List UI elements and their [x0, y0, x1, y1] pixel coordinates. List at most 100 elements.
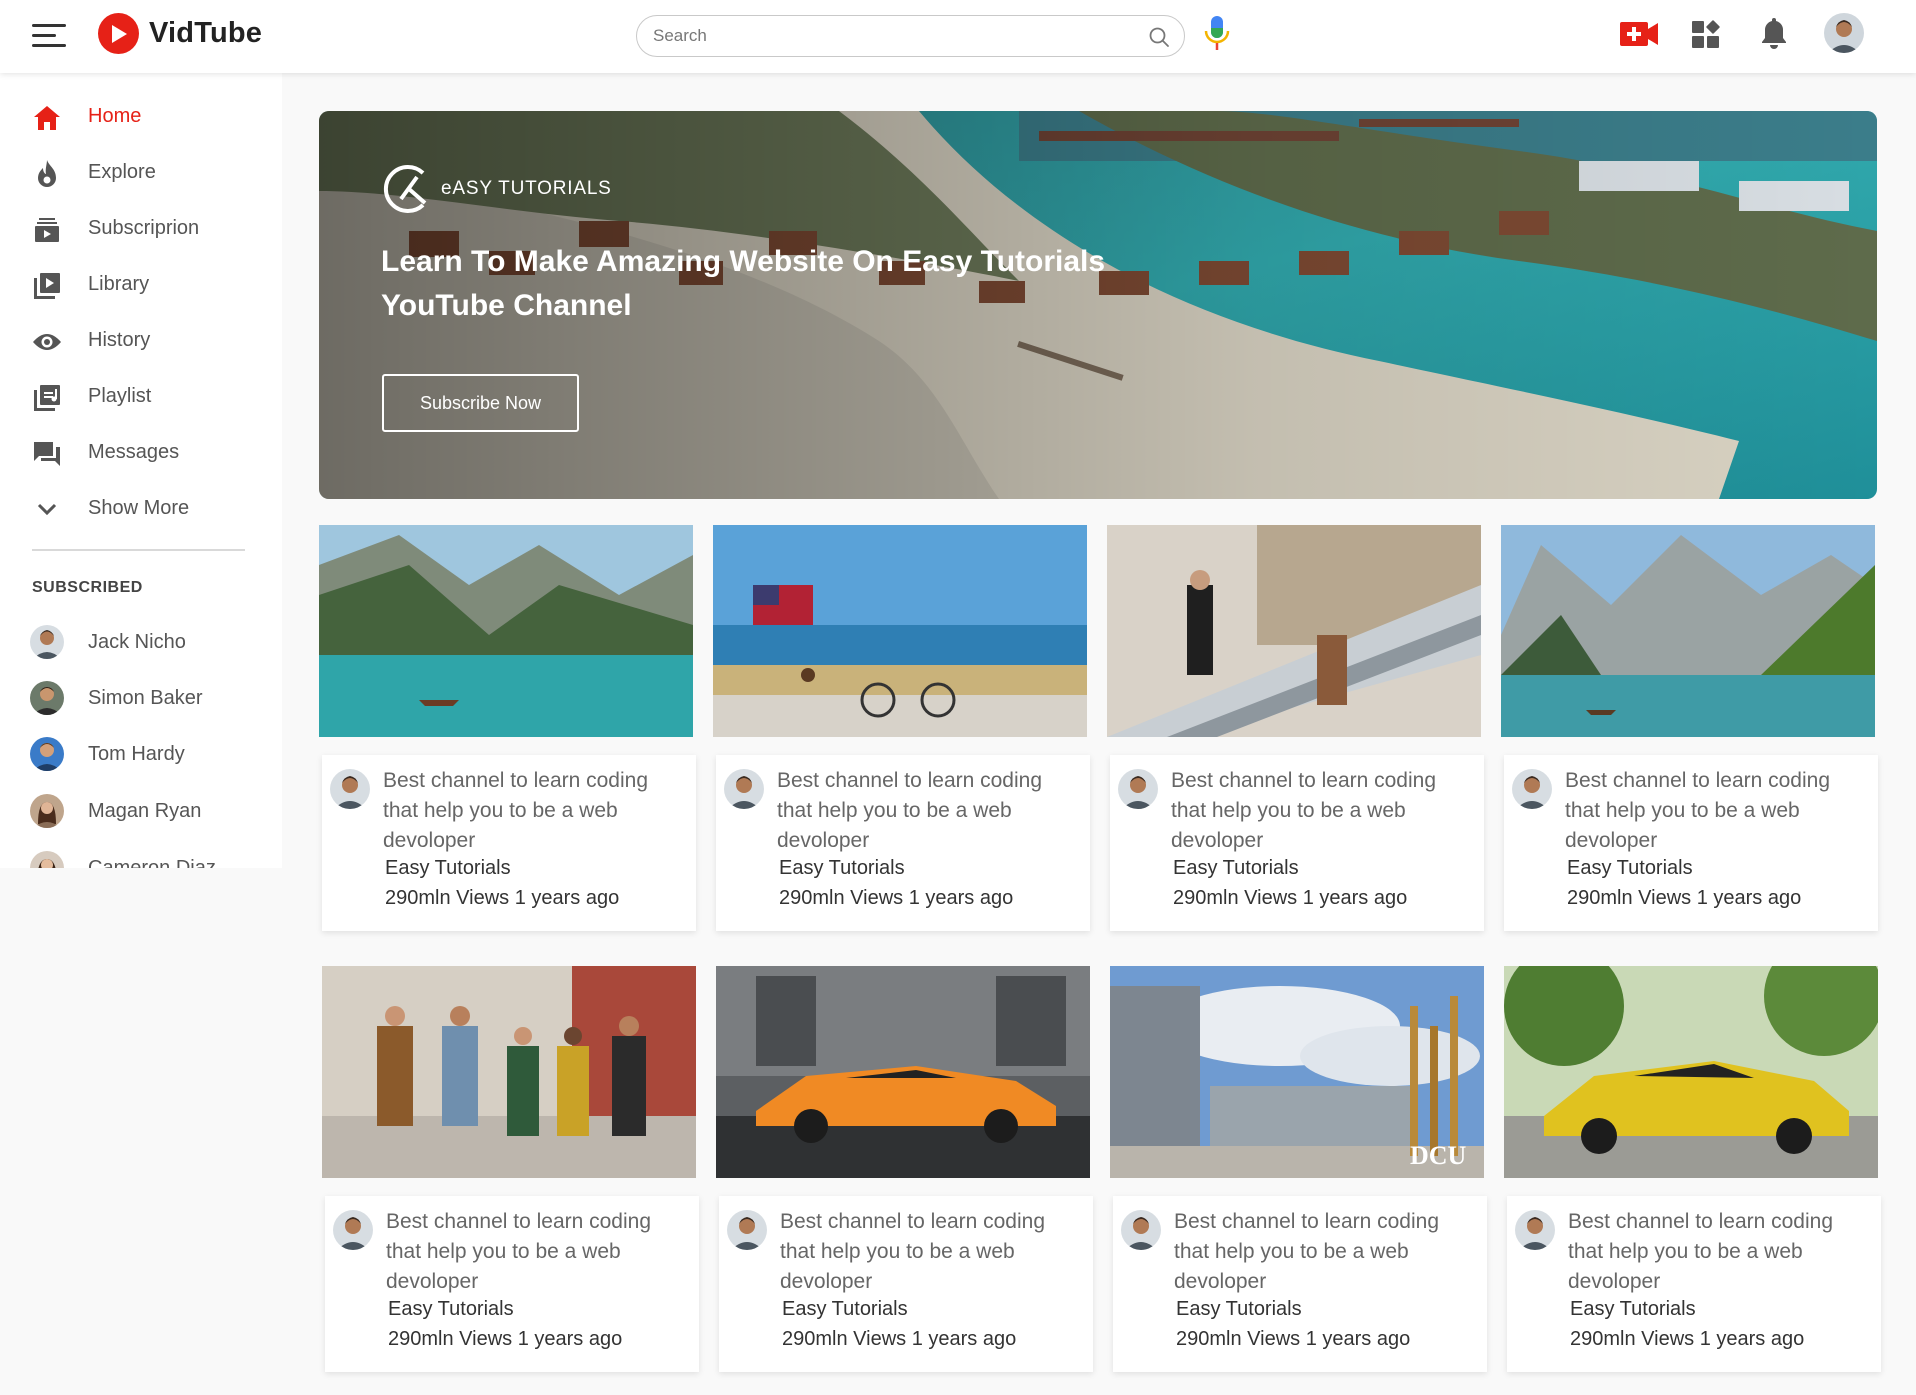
video-info: Best channel to learn coding that help y…	[719, 1196, 1093, 1372]
messages-icon	[32, 439, 62, 469]
sidebar-item-explore[interactable]: Explore	[0, 147, 282, 199]
banner-title: Learn To Make Amazing Website On Easy Tu…	[381, 245, 1106, 322]
brand-name: VidTube	[149, 17, 263, 49]
apps-grid-icon[interactable]	[1691, 20, 1721, 50]
video-channel[interactable]: Easy Tutorials	[1567, 857, 1693, 880]
video-title[interactable]: Best channel to learn coding that help y…	[777, 766, 1077, 856]
video-info: Best channel to learn coding that help y…	[322, 755, 696, 931]
channel-avatar[interactable]	[1512, 769, 1552, 809]
channel-avatar[interactable]	[330, 769, 370, 809]
video-title[interactable]: Best channel to learn coding that help y…	[383, 766, 683, 856]
video-info: Best channel to learn coding that help y…	[325, 1196, 699, 1372]
upload-video-icon[interactable]	[1619, 18, 1659, 50]
sidebar-item-label: Home	[88, 105, 142, 127]
channel-avatar	[30, 625, 64, 659]
video-thumbnail[interactable]	[319, 525, 693, 737]
easy-tutorials-logo-icon	[383, 165, 427, 213]
channel-name: Magan Ryan	[88, 800, 202, 822]
notifications-bell-icon[interactable]	[1760, 16, 1788, 50]
video-thumbnail[interactable]	[1504, 966, 1878, 1178]
subscribed-channel[interactable]: Jack Nicho	[0, 617, 282, 669]
video-channel[interactable]: Easy Tutorials	[782, 1298, 908, 1321]
sidebar-item-label: Playlist	[88, 385, 152, 407]
top-navbar: VidTube	[0, 0, 1916, 73]
home-icon	[32, 103, 62, 133]
video-channel[interactable]: Easy Tutorials	[779, 857, 905, 880]
video-channel[interactable]: Easy Tutorials	[1176, 1298, 1302, 1321]
sidebar-item-home[interactable]: Home	[0, 91, 282, 143]
video-meta: 290mln Views 1 years ago	[388, 1328, 623, 1350]
channel-avatar	[30, 794, 64, 828]
subscribe-now-button[interactable]: Subscribe Now	[382, 374, 579, 432]
channel-avatar	[30, 737, 64, 771]
sidebar-item-label: History	[88, 329, 151, 351]
video-meta: 290mln Views 1 years ago	[779, 887, 1014, 909]
subscribed-channel[interactable]: Magan Ryan	[0, 786, 282, 838]
video-meta: 290mln Views 1 years ago	[782, 1328, 1017, 1350]
channel-avatar[interactable]	[724, 769, 764, 809]
thumbnail-label: DCU	[1410, 1141, 1467, 1170]
play-logo-icon	[98, 13, 139, 54]
video-thumbnail[interactable]	[1501, 525, 1875, 737]
video-thumbnail[interactable]: DCU	[1110, 966, 1484, 1178]
video-thumbnail[interactable]	[713, 525, 1087, 737]
channel-name: Cameron Diaz	[88, 857, 216, 868]
channel-avatar[interactable]	[333, 1210, 373, 1250]
video-title[interactable]: Best channel to learn coding that help y…	[780, 1207, 1080, 1297]
video-title[interactable]: Best channel to learn coding that help y…	[1174, 1207, 1474, 1297]
sidebar-item-label: Messages	[88, 441, 180, 463]
microphone-icon[interactable]	[1203, 14, 1231, 54]
video-meta: 290mln Views 1 years ago	[1567, 887, 1802, 909]
playlist-icon	[32, 383, 62, 413]
channel-avatar[interactable]	[1118, 769, 1158, 809]
video-title[interactable]: Best channel to learn coding that help y…	[1171, 766, 1471, 856]
video-channel[interactable]: Easy Tutorials	[1173, 857, 1299, 880]
search-input[interactable]	[653, 16, 1123, 56]
video-channel[interactable]: Easy Tutorials	[1570, 1298, 1696, 1321]
search-icon[interactable]	[1148, 26, 1170, 48]
subscribed-channel[interactable]: Tom Hardy	[0, 729, 282, 781]
video-meta: 290mln Views 1 years ago	[385, 887, 620, 909]
channel-avatar[interactable]	[1515, 1210, 1555, 1250]
video-thumbnail[interactable]	[716, 966, 1090, 1178]
channel-name: Jack Nicho	[88, 631, 186, 653]
video-meta: 290mln Views 1 years ago	[1173, 887, 1408, 909]
video-channel[interactable]: Easy Tutorials	[388, 1298, 514, 1321]
video-thumbnail[interactable]	[1107, 525, 1481, 737]
subscribed-heading: SUBSCRIBED	[32, 579, 143, 596]
video-thumbnail[interactable]	[322, 966, 696, 1178]
hero-banner: eASY TUTORIALS Learn To Make Amazing Web…	[319, 111, 1877, 499]
video-info: Best channel to learn coding that help y…	[1110, 755, 1484, 931]
video-info: Best channel to learn coding that help y…	[1113, 1196, 1487, 1372]
video-title[interactable]: Best channel to learn coding that help y…	[1568, 1207, 1868, 1297]
channel-avatar[interactable]	[1121, 1210, 1161, 1250]
search-bar	[636, 15, 1185, 57]
user-avatar[interactable]	[1824, 13, 1864, 53]
video-meta: 290mln Views 1 years ago	[1570, 1328, 1805, 1350]
channel-avatar	[30, 851, 64, 868]
sidebar-item-playlist[interactable]: Playlist	[0, 371, 282, 423]
hamburger-menu-icon[interactable]	[32, 24, 68, 50]
video-title[interactable]: Best channel to learn coding that help y…	[386, 1207, 686, 1297]
library-icon	[32, 271, 62, 301]
subscribed-channel[interactable]: Cameron Diaz	[0, 843, 282, 868]
history-eye-icon	[32, 327, 62, 357]
brand-logo[interactable]: VidTube	[98, 13, 262, 54]
channel-avatar[interactable]	[727, 1210, 767, 1250]
sidebar-item-subscription[interactable]: Subscriprion	[0, 203, 282, 255]
sidebar-item-label: Show More	[88, 497, 190, 519]
subscriptions-icon	[32, 215, 62, 245]
subscribed-channel[interactable]: Simon Baker	[0, 673, 282, 725]
sidebar-item-label: Explore	[88, 161, 156, 183]
video-channel[interactable]: Easy Tutorials	[385, 857, 511, 880]
sidebar-divider	[32, 549, 245, 551]
sidebar-item-messages[interactable]: Messages	[0, 427, 282, 479]
sidebar-item-history[interactable]: History	[0, 315, 282, 367]
video-info: Best channel to learn coding that help y…	[1504, 755, 1878, 931]
video-title[interactable]: Best channel to learn coding that help y…	[1565, 766, 1865, 856]
sidebar-item-label: Library	[88, 273, 150, 295]
sidebar-item-show-more[interactable]: Show More	[0, 483, 282, 535]
channel-name: Tom Hardy	[88, 743, 185, 765]
sidebar-item-library[interactable]: Library	[0, 259, 282, 311]
sidebar-item-label: Subscriprion	[88, 217, 200, 239]
